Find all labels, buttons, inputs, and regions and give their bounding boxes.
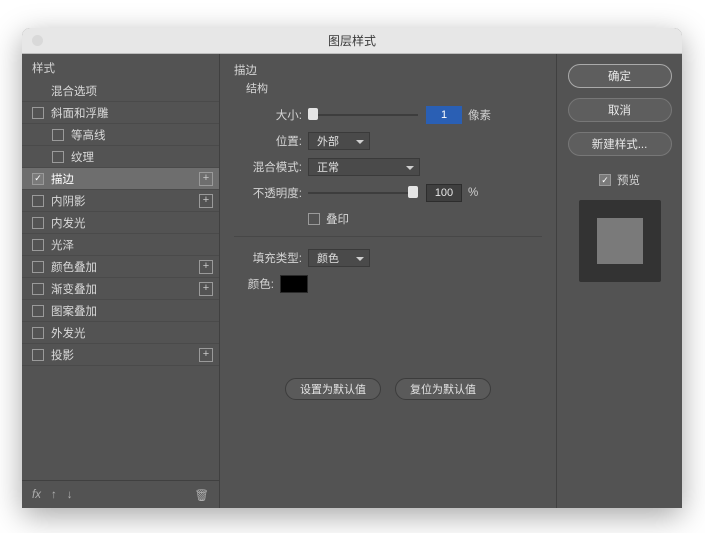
blendmode-label: 混合模式: — [234, 159, 302, 175]
sidebar-item[interactable]: 外发光 — [22, 322, 219, 344]
layer-style-dialog: 图层样式 样式 混合选项 斜面和浮雕等高线纹理描边+内阴影+内发光光泽颜色叠加+… — [22, 28, 682, 508]
sidebar-item-label: 光泽 — [51, 237, 213, 253]
cancel-button[interactable]: 取消 — [568, 98, 672, 122]
effect-checkbox[interactable] — [32, 239, 44, 251]
sidebar-item-label: 投影 — [51, 347, 199, 363]
plus-icon[interactable]: + — [199, 172, 213, 186]
divider — [234, 236, 542, 237]
color-label: 颜色: — [234, 276, 274, 292]
sidebar-item[interactable]: 纹理 — [22, 146, 219, 168]
filltype-select[interactable]: 颜色 — [308, 249, 370, 267]
effect-checkbox[interactable] — [32, 283, 44, 295]
effect-checkbox[interactable] — [52, 129, 64, 141]
opacity-unit: % — [468, 187, 478, 199]
sidebar-item-label: 描边 — [51, 171, 199, 187]
sidebar-item[interactable]: 描边+ — [22, 168, 219, 190]
overprint-checkbox[interactable] — [308, 213, 320, 225]
position-row: 位置: 外部 — [234, 130, 542, 152]
effect-checkbox[interactable] — [32, 195, 44, 207]
size-row: 大小: 像素 — [234, 104, 542, 126]
overprint-row: 叠印 — [234, 208, 542, 230]
color-swatch[interactable] — [280, 275, 308, 293]
plus-icon[interactable]: + — [199, 194, 213, 208]
action-panel: 确定 取消 新建样式... 预览 — [556, 54, 682, 508]
structure-label: 结构 — [246, 80, 542, 96]
window-controls — [32, 35, 43, 46]
default-buttons: 设置为默认值 复位为默认值 — [220, 378, 556, 400]
close-icon[interactable] — [32, 35, 43, 46]
ok-button[interactable]: 确定 — [568, 64, 672, 88]
filltype-row: 填充类型: 颜色 — [234, 247, 542, 269]
panel-title: 描边 — [234, 62, 542, 78]
sidebar-item-label: 斜面和浮雕 — [51, 105, 213, 121]
preview-label: 预览 — [617, 172, 640, 188]
opacity-row: 不透明度: % — [234, 182, 542, 204]
position-label: 位置: — [234, 133, 302, 149]
sidebar-item-blend-options[interactable]: 混合选项 — [22, 80, 219, 102]
preview-thumbnail — [579, 200, 661, 282]
effect-checkbox[interactable] — [52, 151, 64, 163]
sidebar-item-label: 内发光 — [51, 215, 213, 231]
sidebar-item[interactable]: 渐变叠加+ — [22, 278, 219, 300]
filltype-label: 填充类型: — [234, 250, 302, 266]
effect-checkbox[interactable] — [32, 327, 44, 339]
effect-checkbox[interactable] — [32, 173, 44, 185]
sidebar-item-label: 纹理 — [71, 149, 213, 165]
plus-icon[interactable]: + — [199, 260, 213, 274]
preview-swatch — [597, 218, 643, 264]
arrow-up-icon[interactable]: ↑ — [51, 489, 57, 501]
trash-icon[interactable]: 🗑 — [194, 488, 209, 502]
effect-checkbox[interactable] — [32, 107, 44, 119]
effect-checkbox[interactable] — [32, 305, 44, 317]
sidebar-footer: fx ↑ ↓ 🗑 — [22, 480, 219, 508]
reset-default-button[interactable]: 复位为默认值 — [395, 378, 491, 400]
overprint-label: 叠印 — [326, 211, 349, 227]
sidebar-item[interactable]: 斜面和浮雕 — [22, 102, 219, 124]
size-slider[interactable] — [308, 112, 418, 118]
plus-icon[interactable]: + — [199, 282, 213, 296]
sidebar-item-label: 内阴影 — [51, 193, 199, 209]
set-default-button[interactable]: 设置为默认值 — [285, 378, 381, 400]
sidebar-item-label: 混合选项 — [51, 83, 213, 99]
plus-icon[interactable]: + — [199, 348, 213, 362]
preview-row: 预览 — [599, 172, 640, 188]
dialog-body: 样式 混合选项 斜面和浮雕等高线纹理描边+内阴影+内发光光泽颜色叠加+渐变叠加+… — [22, 54, 682, 508]
sidebar-item[interactable]: 图案叠加 — [22, 300, 219, 322]
sidebar-item[interactable]: 等高线 — [22, 124, 219, 146]
size-label: 大小: — [234, 107, 302, 123]
window-title: 图层样式 — [328, 32, 376, 49]
sidebar-item-label: 图案叠加 — [51, 303, 213, 319]
size-unit: 像素 — [468, 107, 491, 123]
opacity-label: 不透明度: — [234, 185, 302, 201]
sidebar-item-label: 外发光 — [51, 325, 213, 341]
sidebar-item[interactable]: 颜色叠加+ — [22, 256, 219, 278]
settings-panel: 描边 结构 大小: 像素 位置: 外部 混合模式: 正常 不透明度: — [220, 54, 556, 508]
sidebar-header: 样式 — [22, 54, 219, 80]
effect-checkbox[interactable] — [32, 261, 44, 273]
effect-checkbox[interactable] — [32, 349, 44, 361]
sidebar-item-label: 渐变叠加 — [51, 281, 199, 297]
size-input[interactable] — [426, 106, 462, 124]
preview-checkbox[interactable] — [599, 174, 611, 186]
new-style-button[interactable]: 新建样式... — [568, 132, 672, 156]
blendmode-select[interactable]: 正常 — [308, 158, 420, 176]
arrow-down-icon[interactable]: ↓ — [67, 489, 73, 501]
sidebar-list: 斜面和浮雕等高线纹理描边+内阴影+内发光光泽颜色叠加+渐变叠加+图案叠加外发光投… — [22, 102, 219, 480]
sidebar-item[interactable]: 光泽 — [22, 234, 219, 256]
opacity-slider[interactable] — [308, 190, 418, 196]
effect-checkbox[interactable] — [32, 217, 44, 229]
sidebar-item[interactable]: 内阴影+ — [22, 190, 219, 212]
sidebar-item-label: 颜色叠加 — [51, 259, 199, 275]
sidebar-item[interactable]: 内发光 — [22, 212, 219, 234]
titlebar: 图层样式 — [22, 28, 682, 54]
fx-icon[interactable]: fx — [32, 489, 41, 501]
blendmode-row: 混合模式: 正常 — [234, 156, 542, 178]
position-select[interactable]: 外部 — [308, 132, 370, 150]
color-row: 颜色: — [234, 273, 542, 295]
sidebar-item-label: 等高线 — [71, 127, 213, 143]
opacity-input[interactable] — [426, 184, 462, 202]
sidebar-item[interactable]: 投影+ — [22, 344, 219, 366]
styles-sidebar: 样式 混合选项 斜面和浮雕等高线纹理描边+内阴影+内发光光泽颜色叠加+渐变叠加+… — [22, 54, 220, 508]
